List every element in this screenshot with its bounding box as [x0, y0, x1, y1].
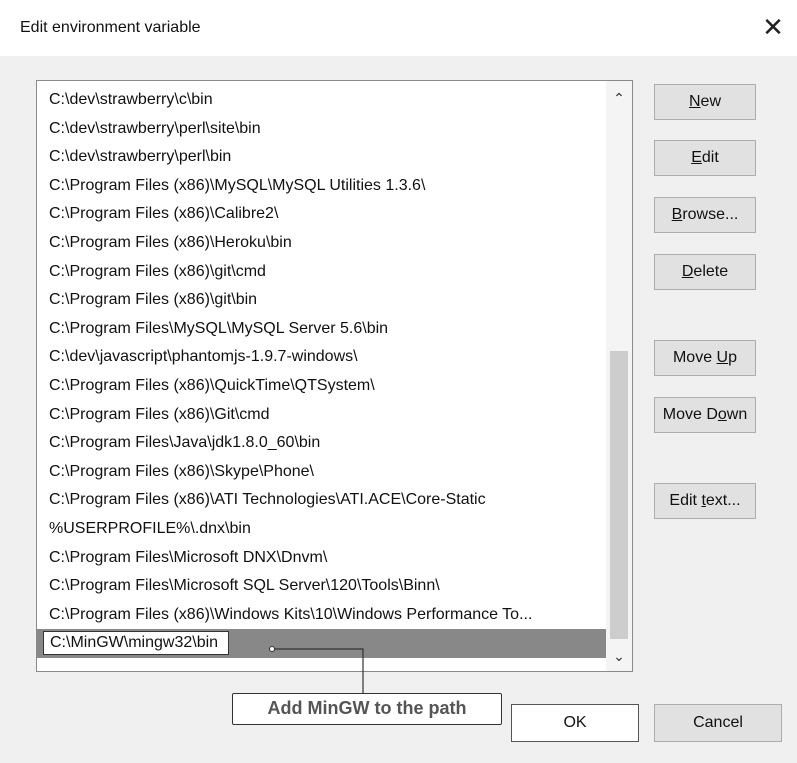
cancel-button[interactable]: Cancel [654, 704, 782, 742]
list-item[interactable]: C:\Program Files\Microsoft SQL Server\12… [37, 572, 607, 601]
list-item[interactable]: C:\Program Files\MySQL\MySQL Server 5.6\… [37, 315, 607, 344]
scroll-down-icon[interactable]: ⌄ [606, 643, 632, 669]
list-item[interactable]: C:\dev\strawberry\perl\site\bin [37, 115, 607, 144]
delete-button-post: elete [693, 263, 729, 280]
browse-button[interactable]: Browse... [654, 197, 756, 233]
edit-button-post: dit [701, 149, 719, 166]
move-down-button[interactable]: Move Down [654, 397, 756, 433]
new-button-mnemonic: N [688, 93, 701, 110]
close-icon[interactable]: ✕ [757, 12, 789, 44]
list-item-selected[interactable]: C:\MinGW\mingw32\bin [37, 629, 607, 658]
move-up-button-post: p [728, 349, 738, 366]
edit-button[interactable]: Edit [654, 140, 756, 176]
annotation-callout: Add MinGW to the path [232, 693, 502, 725]
scroll-up-icon[interactable]: ⌃ [606, 85, 632, 111]
move-down-button-post: wn [726, 406, 748, 423]
list-item[interactable]: C:\Program Files (x86)\MySQL\MySQL Utili… [37, 172, 607, 201]
title-bar: Edit environment variable ✕ [0, 0, 797, 56]
edit-environment-variable-dialog: Edit environment variable ✕ C:\dev\straw… [0, 0, 797, 763]
dialog-title: Edit environment variable [20, 19, 201, 36]
list-item[interactable]: C:\Program Files (x86)\Windows Kits\10\W… [37, 601, 607, 630]
list-item[interactable]: C:\dev\strawberry\perl\bin [37, 143, 607, 172]
path-edit-input[interactable]: C:\MinGW\mingw32\bin [43, 631, 230, 656]
delete-button-mnemonic: D [681, 263, 694, 280]
scroll-thumb[interactable] [610, 351, 628, 639]
new-button[interactable]: New [654, 84, 756, 120]
browse-button-post: rowse... [682, 206, 739, 223]
move-up-button[interactable]: Move Up [654, 340, 756, 376]
edit-text-button-post: ext... [705, 492, 741, 509]
move-up-button-mnemonic: U [716, 349, 729, 366]
vertical-scrollbar[interactable]: ⌃ ⌄ [606, 81, 632, 671]
edit-text-button[interactable]: Edit text... [654, 483, 756, 519]
list-item[interactable]: C:\Program Files (x86)\Skype\Phone\ [37, 458, 607, 487]
ok-button[interactable]: OK [511, 704, 639, 742]
path-list[interactable]: C:\dev\strawberry\c\bin C:\dev\strawberry… [36, 80, 633, 672]
delete-button[interactable]: Delete [654, 254, 756, 290]
move-down-button-pre: Move D [662, 406, 718, 423]
edit-button-mnemonic: E [691, 149, 702, 166]
move-down-button-mnemonic: o [717, 406, 727, 423]
move-up-button-pre: Move [672, 349, 717, 366]
new-button-post: ew [700, 93, 721, 110]
list-item[interactable]: C:\Program Files (x86)\ATI Technologies\… [37, 486, 607, 515]
list-item[interactable]: C:\dev\strawberry\c\bin [37, 86, 607, 115]
list-item[interactable]: C:\Program Files (x86)\git\cmd [37, 258, 607, 287]
list-item[interactable]: C:\Program Files (x86)\Heroku\bin [37, 229, 607, 258]
list-item[interactable]: C:\dev\javascript\phantomjs-1.9.7-window… [37, 343, 607, 372]
browse-button-mnemonic: B [671, 206, 683, 223]
list-item[interactable]: %USERPROFILE%\.dnx\bin [37, 515, 607, 544]
path-list-items: C:\dev\strawberry\c\bin C:\dev\strawberry… [37, 86, 607, 658]
edit-text-button-pre: Edit [669, 492, 702, 509]
list-item[interactable]: C:\Program Files (x86)\Calibre2\ [37, 200, 607, 229]
list-item[interactable]: C:\Program Files (x86)\git\bin [37, 286, 607, 315]
list-item[interactable]: C:\Program Files (x86)\QuickTime\QTSyste… [37, 372, 607, 401]
list-item[interactable]: C:\Program Files (x86)\Git\cmd [37, 401, 607, 430]
list-item[interactable]: C:\Program Files\Java\jdk1.8.0_60\bin [37, 429, 607, 458]
list-item[interactable]: C:\Program Files\Microsoft DNX\Dnvm\ [37, 544, 607, 573]
